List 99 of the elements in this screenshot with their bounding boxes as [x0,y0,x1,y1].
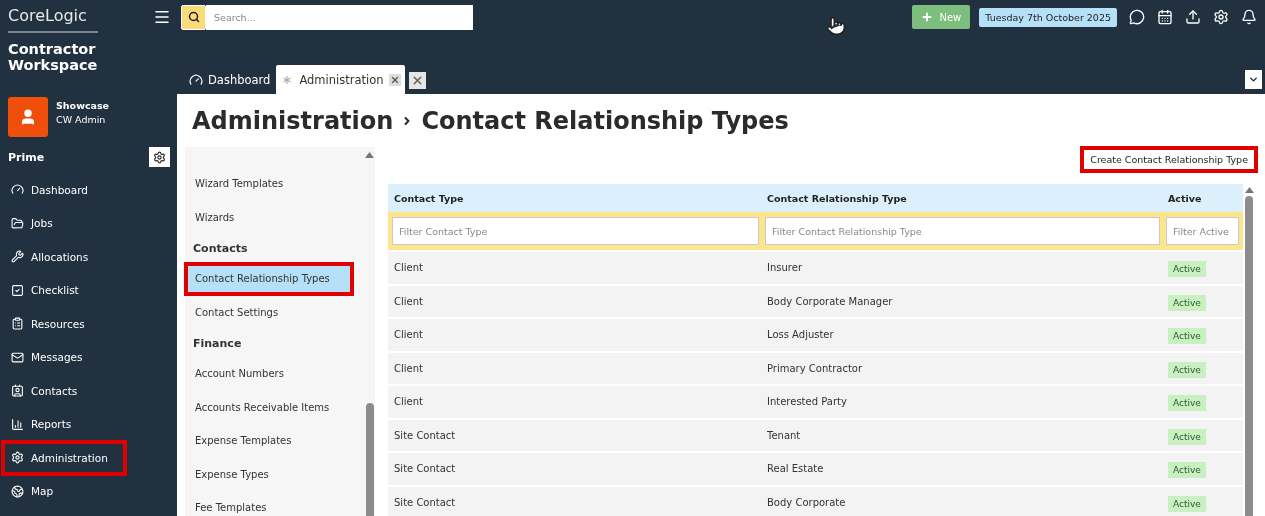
status-badge: Active [1168,428,1206,445]
gear-icon [11,451,24,465]
globe-icon [11,484,24,498]
arrow-up-icon[interactable] [365,151,374,159]
table-cell-text: Primary Contractor [766,362,864,374]
search-button[interactable] [181,4,206,30]
settings-icon[interactable] [1213,9,1229,25]
table-cell-text: Real Estate [766,463,825,475]
table-cell-text: Loss Adjuster [766,329,835,341]
status-badge: Active [1168,361,1206,378]
calendar-icon[interactable] [1157,9,1173,25]
menu-item[interactable]: Expense Types [185,457,364,491]
page-title: Contact Relationship Types [421,107,789,135]
contact-card-icon [11,384,24,398]
company-logo: CoreLogic [8,6,98,33]
status-badge: Active [1168,328,1206,345]
caret-icon [1248,74,1259,85]
folder-icon [11,216,24,230]
column-header[interactable]: Active [1162,192,1243,204]
nav-item[interactable]: Messages [2,340,175,374]
nav-item[interactable]: Dashboard [2,173,175,207]
close-icon [410,74,424,87]
bell-icon[interactable] [1241,9,1257,25]
chat-icon[interactable] [1129,9,1145,25]
search-icon [187,11,200,23]
table-cell-text: Site Contact [393,463,457,475]
envelope-icon [11,350,24,364]
menu-heading: Contacts [192,240,249,257]
section-title: Prime [8,150,45,164]
page-title: Administration [192,107,394,135]
menu-item[interactable]: Accounts Receivable Items [185,390,364,424]
table-cell-text: Interested Party [766,396,848,408]
create-button[interactable]: Create Contact Relationship Type [1080,146,1258,173]
settings-button[interactable] [149,147,170,167]
date-label: Tuesday 7th October 2025 [979,7,1117,27]
user-role: CW Admin [56,114,107,125]
nav-item[interactable]: Reports [2,407,175,441]
clipboard-icon [11,317,24,331]
bar-chart-icon [11,417,24,431]
gauge-icon [189,72,203,87]
filter-field[interactable]: Filter Contact Relationship Type [765,217,1160,245]
table-cell-text: Client [393,362,424,374]
status-badge: Active [1168,495,1206,512]
avatar[interactable] [8,97,48,137]
status-badge: Active [1168,395,1206,412]
table-cell-text: Insurer [766,262,803,274]
menu-item[interactable]: Account Numbers [185,357,364,391]
arrow-up-icon[interactable] [1244,186,1254,194]
table-cell-text: Body Corporate [766,496,847,508]
user-name: Showcase [56,100,110,111]
nav-item[interactable]: Checklist [2,273,175,307]
menu-item[interactable]: Expense Templates [185,424,364,458]
dropdown-button[interactable] [1245,70,1262,89]
search-field[interactable]: Search... [206,4,473,30]
table-cell-text: Client [393,396,424,408]
menu-icon[interactable] [153,8,171,26]
tab[interactable]: Dashboard [185,65,275,94]
scroll-thumb[interactable] [1245,196,1253,516]
nav-item[interactable]: Allocations [2,240,175,274]
upload-icon[interactable] [1185,9,1201,25]
status-badge: Active [1168,294,1206,311]
menu-item[interactable]: Wizards [185,200,364,234]
close-button[interactable] [408,72,426,89]
table-cell-text: Site Contact [393,429,457,441]
nav-item[interactable]: Jobs [2,206,175,240]
table-cell-text: Client [393,262,424,274]
menu-item[interactable]: Fee Templates [185,491,364,516]
pointer-icon [826,16,846,36]
table-cell-text: Site Contact [393,496,457,508]
scroll-thumb[interactable] [365,403,374,516]
filter-field[interactable]: Filter Active [1166,217,1239,245]
menu-heading: Finance [192,335,243,352]
menu-item[interactable]: Contact Settings [185,295,364,329]
wrench-icon [11,250,24,264]
product-name: Contractor [8,41,97,57]
settings-icon [153,150,166,164]
column-header[interactable]: Contact Type [388,192,761,204]
nav-item[interactable]: Resources [2,307,175,341]
table-cell-text: Body Corporate Manager [766,295,894,307]
table-cell-text: Client [393,295,424,307]
table-cell-text: Client [393,329,424,341]
nav-item[interactable]: Contacts [2,374,175,408]
plus-icon [921,11,934,23]
close-button[interactable] [388,73,401,86]
filter-field[interactable]: Filter Contact Type [392,217,759,245]
scrollbar[interactable] [1243,186,1255,516]
checkbox-icon [11,283,24,297]
status-badge: Active [1168,462,1206,479]
product-name: Workspace [8,57,99,73]
gauge-icon [11,183,24,197]
nav-item[interactable]: Map [2,474,175,508]
tab[interactable]: Administration [276,65,405,94]
close-icon [389,74,400,85]
menu-item[interactable]: Contact Relationship Types [187,265,351,293]
menu-item[interactable]: Wizard Templates [185,167,364,201]
table-cell-text: Tenant [766,429,802,441]
nav-item[interactable]: Administration [2,441,126,475]
status-badge: Active [1168,261,1206,278]
column-header[interactable]: Contact Relationship Type [761,192,1162,204]
